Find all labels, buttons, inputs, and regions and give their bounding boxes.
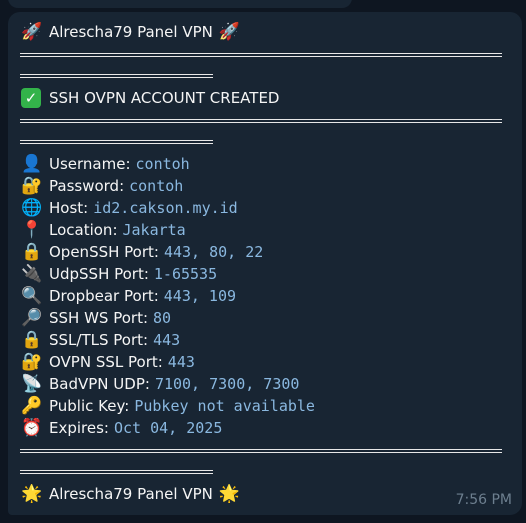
field-value[interactable]: 443 bbox=[168, 353, 195, 371]
footer-line: 🌟 Alrescha79 Panel VPN 🌟 bbox=[21, 483, 247, 505]
lock-key-icon: 🔐 bbox=[21, 352, 43, 372]
field-label: Dropbear Port: bbox=[49, 287, 159, 305]
field-label: UdpSSH Port: bbox=[49, 265, 149, 283]
field-row: 🔍 Dropbear Port: 443, 109 bbox=[21, 285, 236, 307]
field-row: 👤 Username: contoh bbox=[21, 153, 190, 175]
plug-icon: 🔌 bbox=[21, 264, 43, 284]
message-bubble[interactable]: 🚀 Alrescha79 Panel VPN 🚀 ✓ SSH OVPN ACCO… bbox=[8, 12, 522, 515]
lock-key-icon: 🔐 bbox=[21, 176, 43, 196]
magnifier-icon: 🔍 bbox=[21, 286, 43, 306]
field-label: Location: bbox=[49, 221, 118, 239]
field-value[interactable]: Jakarta bbox=[123, 221, 186, 239]
field-label: SSH WS Port: bbox=[49, 309, 149, 327]
field-row: 📍 Location: Jakarta bbox=[21, 219, 186, 241]
field-value[interactable]: id2.cakson.my.id bbox=[93, 199, 238, 217]
magnifier-right-icon: 🔎 bbox=[21, 308, 43, 328]
field-row: 🔐 OVPN SSL Port: 443 bbox=[21, 351, 195, 373]
divider bbox=[20, 449, 502, 453]
field-value[interactable]: 7100, 7300, 7300 bbox=[155, 375, 300, 393]
previous-message-bubble bbox=[8, 0, 352, 8]
field-label: SSL/TLS Port: bbox=[49, 331, 149, 349]
field-row: 🔎 SSH WS Port: 80 bbox=[21, 307, 171, 329]
divider bbox=[20, 74, 213, 78]
created-title: SSH OVPN ACCOUNT CREATED bbox=[49, 89, 280, 107]
rocket-icon: 🚀 bbox=[218, 22, 241, 42]
header-title: Alrescha79 Panel VPN bbox=[49, 23, 213, 41]
field-row: 🔒 OpenSSH Port: 443, 80, 22 bbox=[21, 241, 263, 263]
divider bbox=[20, 140, 213, 144]
check-mark-icon: ✓ bbox=[21, 88, 41, 108]
field-value[interactable]: 80 bbox=[153, 309, 171, 327]
divider bbox=[20, 470, 213, 474]
field-label: Host: bbox=[49, 199, 89, 217]
field-label: Username: bbox=[49, 155, 131, 173]
star-icon: 🌟 bbox=[21, 484, 43, 504]
created-line: ✓ SSH OVPN ACCOUNT CREATED bbox=[21, 87, 279, 109]
user-icon: 👤 bbox=[21, 154, 43, 174]
satellite-icon: 📡 bbox=[21, 374, 43, 394]
field-value[interactable]: 443, 109 bbox=[164, 287, 236, 305]
field-row: 🔒 SSL/TLS Port: 443 bbox=[21, 329, 180, 351]
pin-icon: 📍 bbox=[21, 220, 43, 240]
message-timestamp: 7:56 PM bbox=[455, 492, 512, 508]
field-label: OpenSSH Port: bbox=[49, 243, 159, 261]
field-label: OVPN SSL Port: bbox=[49, 353, 163, 371]
field-row: 🔌 UdpSSH Port: 1-65535 bbox=[21, 263, 217, 285]
alarm-clock-icon: ⏰ bbox=[21, 418, 43, 438]
divider bbox=[20, 119, 502, 123]
field-label: Public Key: bbox=[49, 397, 130, 415]
lock-icon: 🔒 bbox=[21, 330, 43, 350]
header-line: 🚀 Alrescha79 Panel VPN 🚀 bbox=[21, 21, 247, 43]
field-value[interactable]: 443 bbox=[153, 331, 180, 349]
field-value[interactable]: Oct 04, 2025 bbox=[114, 419, 222, 437]
field-label: Expires: bbox=[49, 419, 109, 437]
field-row: 🔑 Public Key: Pubkey not available bbox=[21, 395, 315, 417]
field-row: 🔐 Password: contoh bbox=[21, 175, 183, 197]
star-icon: 🌟 bbox=[218, 484, 241, 504]
field-row: ⏰ Expires: Oct 04, 2025 bbox=[21, 417, 222, 439]
field-row: 📡 BadVPN UDP: 7100, 7300, 7300 bbox=[21, 373, 299, 395]
globe-icon: 🌐 bbox=[21, 198, 43, 218]
key-icon: 🔑 bbox=[21, 396, 43, 416]
field-value[interactable]: 1-65535 bbox=[154, 265, 217, 283]
rocket-icon: 🚀 bbox=[21, 22, 43, 42]
field-label: BadVPN UDP: bbox=[49, 375, 150, 393]
field-row: 🌐 Host: id2.cakson.my.id bbox=[21, 197, 238, 219]
lock-icon: 🔒 bbox=[21, 242, 43, 262]
field-value[interactable]: contoh bbox=[129, 177, 183, 195]
field-value[interactable]: Pubkey not available bbox=[134, 397, 315, 415]
field-value[interactable]: contoh bbox=[136, 155, 190, 173]
footer-title: Alrescha79 Panel VPN bbox=[49, 485, 213, 503]
field-label: Password: bbox=[49, 177, 125, 195]
field-value[interactable]: 443, 80, 22 bbox=[164, 243, 263, 261]
divider bbox=[20, 53, 502, 57]
